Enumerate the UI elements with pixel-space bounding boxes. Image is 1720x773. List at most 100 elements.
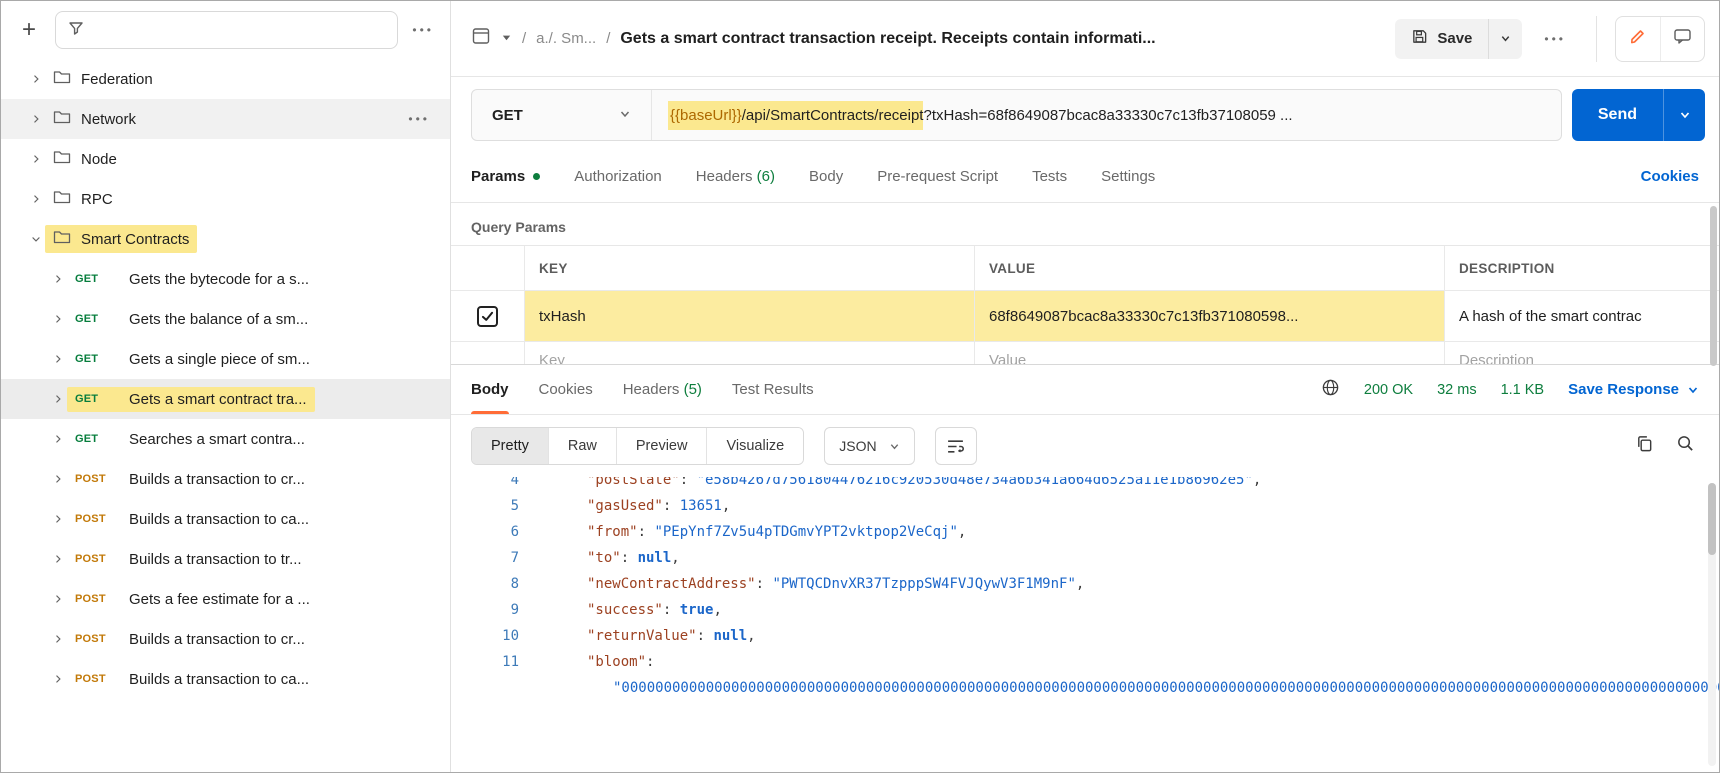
param-description-placeholder[interactable]: Description: [1445, 342, 1719, 364]
response-size[interactable]: 1.1 KB: [1501, 382, 1545, 398]
tab-body[interactable]: Body: [809, 168, 843, 185]
edit-button[interactable]: [1616, 17, 1660, 61]
view-raw[interactable]: Raw: [548, 428, 617, 464]
tab-params[interactable]: Params: [471, 168, 541, 185]
save-options-caret[interactable]: [1488, 18, 1523, 59]
sidebar-folder-federation[interactable]: Federation: [1, 59, 450, 99]
sidebar-request[interactable]: POST Builds a transaction to ca...: [1, 499, 450, 539]
request-label: Builds a transaction to ca...: [129, 670, 310, 688]
sidebar-request[interactable]: POST Builds a transaction to cr...: [1, 619, 450, 659]
format-select[interactable]: JSON: [824, 427, 915, 465]
new-tab-button[interactable]: +: [17, 18, 41, 42]
sidebar-request[interactable]: GET Gets the bytecode for a s...: [1, 259, 450, 299]
send-options-caret[interactable]: [1663, 89, 1705, 141]
sidebar-request[interactable]: POST Builds a transaction to ca...: [1, 659, 450, 699]
response-tab-cookies[interactable]: Cookies: [539, 365, 593, 414]
chevron-down-icon: [1688, 386, 1698, 393]
globe-icon[interactable]: [1321, 378, 1340, 401]
chevron-right-icon[interactable]: [29, 113, 43, 125]
view-visualize[interactable]: Visualize: [707, 428, 804, 464]
response-time[interactable]: 32 ms: [1437, 382, 1477, 398]
response-body-viewer[interactable]: 4 "postState": "e58b4267d7561804476216c9…: [451, 477, 1719, 772]
search-icon[interactable]: [1676, 434, 1695, 458]
param-key-cell[interactable]: txHash: [525, 291, 975, 341]
chevron-right-icon[interactable]: [51, 313, 65, 325]
tab-authorization[interactable]: Authorization: [574, 168, 662, 185]
code-scrollbar[interactable]: [1708, 483, 1716, 766]
copy-icon[interactable]: [1635, 434, 1654, 458]
collection-caret-icon[interactable]: [501, 30, 512, 48]
json-sep: :: [696, 628, 714, 644]
tab-pre-request-script[interactable]: Pre-request Script: [877, 168, 998, 185]
sidebar-folder-smart-contracts[interactable]: Smart Contracts: [1, 219, 450, 259]
breadcrumb-collection[interactable]: a./. Sm...: [536, 30, 596, 47]
json-value: null: [637, 550, 672, 566]
url-input[interactable]: {{baseUrl}}/api/SmartContracts/receipt ?t…: [652, 90, 1561, 140]
save-response-button[interactable]: Save Response: [1568, 381, 1699, 398]
view-pretty[interactable]: Pretty: [472, 428, 549, 464]
param-value-placeholder[interactable]: Value: [975, 342, 1445, 364]
response-tab-headers[interactable]: Headers (5): [623, 365, 702, 414]
method-select[interactable]: GET: [472, 90, 652, 140]
sidebar-request[interactable]: POST Gets a fee estimate for a ...: [1, 579, 450, 619]
chevron-right-icon[interactable]: [51, 353, 65, 365]
sidebar-request[interactable]: GET Gets the balance of a sm...: [1, 299, 450, 339]
chevron-right-icon[interactable]: [51, 393, 65, 405]
comments-button[interactable]: [1660, 16, 1704, 61]
request-label: Gets the bytecode for a s...: [129, 270, 310, 288]
code-scrollbar-thumb[interactable]: [1708, 483, 1716, 555]
code-line: 10 "returnValue": null,: [451, 623, 1719, 649]
chevron-right-icon[interactable]: [29, 193, 43, 205]
status-badge[interactable]: 200 OK: [1364, 382, 1413, 398]
save-response-label: Save Response: [1568, 381, 1679, 398]
sidebar-request[interactable]: GET Searches a smart contra...: [1, 419, 450, 459]
chevron-right-icon[interactable]: [51, 633, 65, 645]
sidebar-request[interactable]: POST Builds a transaction to tr...: [1, 539, 450, 579]
chevron-right-icon[interactable]: [29, 153, 43, 165]
save-button[interactable]: Save: [1395, 18, 1489, 59]
chevron-right-icon[interactable]: [29, 73, 43, 85]
chevron-down-icon[interactable]: [29, 233, 43, 245]
code-line: 9 "success": true,: [451, 597, 1719, 623]
sidebar-folder-node[interactable]: Node: [1, 139, 450, 179]
chevron-right-icon[interactable]: [51, 593, 65, 605]
json-comma: ,: [957, 524, 967, 540]
folder-icon: [53, 149, 71, 169]
sidebar-request[interactable]: POST Builds a transaction to cr...: [1, 459, 450, 499]
chevron-right-icon[interactable]: [51, 553, 65, 565]
request-more-icon[interactable]: •••: [1532, 32, 1578, 46]
cookies-link[interactable]: Cookies: [1641, 168, 1699, 185]
request-title[interactable]: Gets a smart contract transaction receip…: [620, 30, 1385, 48]
chevron-right-icon[interactable]: [51, 673, 65, 685]
tab-settings[interactable]: Settings: [1101, 168, 1155, 185]
chevron-right-icon[interactable]: [51, 273, 65, 285]
view-preview[interactable]: Preview: [616, 428, 708, 464]
param-checkbox-checked[interactable]: [477, 305, 498, 327]
request-tabs: Params Authorization Headers (6) Body Pr…: [451, 151, 1719, 203]
code-line: "000000000000000000000000000000000000000…: [451, 675, 1719, 701]
code-line: 4 "postState": "e58b4267d7561804476216c9…: [451, 477, 1719, 493]
sidebar-filter-input[interactable]: [55, 11, 399, 49]
send-button[interactable]: Send: [1571, 89, 1663, 141]
sidebar-more-icon[interactable]: •••: [412, 23, 434, 37]
response-tab-test-results[interactable]: Test Results: [732, 365, 814, 414]
param-value-cell[interactable]: 68f8649087bcac8a33330c7c13fb371080598...: [975, 291, 1445, 341]
sidebar-request-selected[interactable]: GET Gets a smart contract tra...: [1, 379, 450, 419]
main-scrollbar-thumb[interactable]: [1710, 206, 1717, 366]
param-key-placeholder[interactable]: Key: [525, 342, 975, 364]
folder-more-icon[interactable]: •••: [408, 112, 450, 126]
wrap-text-icon: [948, 439, 965, 453]
view-mode-segmented: Pretty Raw Preview Visualize: [471, 427, 805, 465]
sidebar-folder-network[interactable]: Network •••: [1, 99, 450, 139]
response-tab-body[interactable]: Body: [471, 365, 509, 414]
chevron-right-icon[interactable]: [51, 473, 65, 485]
tab-headers[interactable]: Headers (6): [696, 168, 775, 185]
chevron-right-icon[interactable]: [51, 433, 65, 445]
chevron-right-icon[interactable]: [51, 513, 65, 525]
sidebar-folder-rpc[interactable]: RPC: [1, 179, 450, 219]
request-label: Builds a transaction to cr...: [129, 630, 305, 648]
param-description-cell[interactable]: A hash of the smart contrac: [1445, 291, 1719, 341]
tab-tests[interactable]: Tests: [1032, 168, 1067, 185]
wrap-text-button[interactable]: [934, 427, 977, 465]
sidebar-request[interactable]: GET Gets a single piece of sm...: [1, 339, 450, 379]
